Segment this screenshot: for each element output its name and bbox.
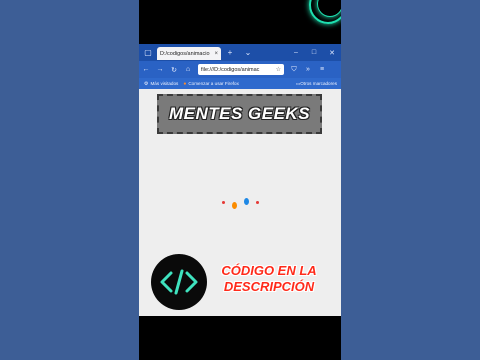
bookmark-label: Más visitados (150, 81, 179, 86)
loader-dot (244, 198, 249, 205)
bookmark-star-icon[interactable]: ☆ (276, 66, 281, 73)
bookmark-most-visited[interactable]: ⚙ Más visitados (144, 81, 178, 87)
loader-dot (222, 201, 225, 204)
tab-title: D:/codigos/animacio (160, 50, 210, 57)
code-brackets-icon (160, 269, 198, 295)
forward-icon[interactable]: → (153, 66, 167, 73)
close-tab-icon[interactable]: × (214, 51, 218, 57)
url-text: file:///D:/codigos/animac (201, 66, 260, 73)
brand-banner: MENTES GEEKS (157, 94, 322, 134)
new-tab-icon[interactable]: + (221, 48, 239, 57)
firefox-icon: ● (183, 80, 187, 87)
promo-text: CÓDIGO EN LA DESCRIPCIÓN (214, 263, 324, 295)
promo-line-2: DESCRIPCIÓN (223, 279, 315, 294)
menu-icon[interactable]: ≡ (315, 66, 329, 73)
bottom-black-bar (139, 316, 341, 360)
promo-line-1: CÓDIGO EN LA (221, 263, 317, 278)
extensions-icon[interactable]: » (301, 66, 315, 73)
bookmarks-toolbar: ⚙ Más visitados ● Comenzar a usar Firefo… (139, 78, 341, 89)
gear-icon: ⚙ (144, 80, 149, 87)
loader-dot (232, 202, 237, 209)
other-bookmarks[interactable]: ▭ Otros marcadores (296, 81, 337, 87)
minimize-icon[interactable]: – (287, 49, 305, 56)
bookmark-label: Otros marcadores (300, 81, 337, 86)
home-icon[interactable]: ⌂ (181, 66, 195, 73)
tab-overview-icon[interactable]: ▢ (139, 48, 157, 57)
close-window-icon[interactable]: ✕ (323, 49, 341, 57)
maximize-icon[interactable]: □ (305, 49, 323, 56)
tab-list-chevron-icon[interactable]: ⌄ (239, 48, 257, 57)
navigation-bar: ← → ↻ ⌂ file:///D:/codigos/animac ☆ ⛉ » … (139, 61, 341, 78)
address-bar[interactable]: file:///D:/codigos/animac ☆ (198, 64, 284, 75)
shield-icon[interactable]: ⛉ (287, 66, 301, 74)
loader-dot (256, 201, 259, 204)
reload-icon[interactable]: ↻ (167, 66, 181, 74)
bookmark-getting-started[interactable]: ● Comenzar a usar Firefox (183, 81, 239, 87)
code-logo (151, 254, 207, 310)
browser-tab[interactable]: D:/codigos/animacio × (157, 47, 221, 60)
back-icon[interactable]: ← (139, 66, 153, 73)
tab-bar: ▢ D:/codigos/animacio × + ⌄ – □ ✕ (139, 44, 341, 61)
bookmark-label: Comenzar a usar Firefox (188, 81, 239, 86)
